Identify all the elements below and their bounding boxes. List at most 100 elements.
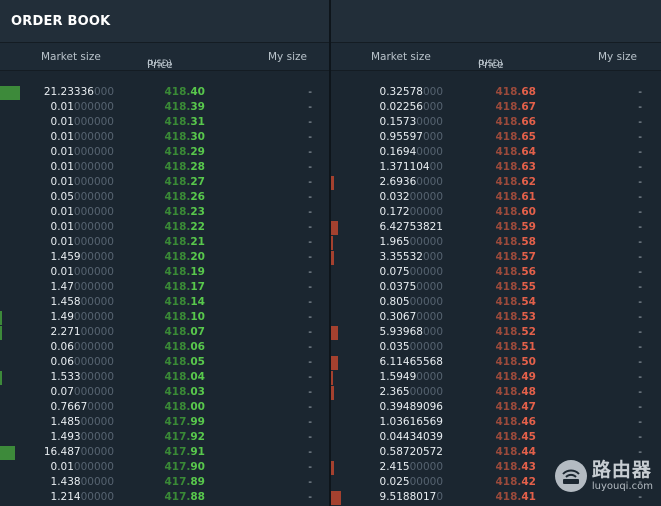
order-row[interactable]: 0.16940000 418.64 - [331,145,661,160]
order-row[interactable]: 0.01000000 418.28 - [0,160,329,175]
order-row[interactable]: 0.03750000 418.55 - [331,280,661,295]
order-row[interactable]: 2.27100000 418.07 - [0,325,329,340]
price-cell[interactable]: 418.22 [164,220,205,235]
order-row[interactable]: 1.03616569 418.46 - [331,415,661,430]
price-cell[interactable]: 418.58 [495,235,536,250]
price-cell[interactable]: 418.19 [164,265,205,280]
price-cell[interactable]: 418.43 [495,460,536,475]
order-row[interactable]: 1.59490000 418.49 - [331,370,661,385]
order-row[interactable]: 9.51880170 418.41 - [331,490,661,505]
order-row[interactable]: 0.06000000 418.05 - [0,355,329,370]
price-cell[interactable]: 418.63 [495,160,536,175]
price-cell[interactable]: 417.90 [164,460,205,475]
price-cell[interactable]: 418.59 [495,220,536,235]
my-size-header[interactable]: My size [598,51,637,63]
order-row[interactable]: 0.01000000 418.23 - [0,205,329,220]
price-cell[interactable]: 418.44 [495,445,536,460]
price-cell[interactable]: 418.62 [495,175,536,190]
order-row[interactable]: 1.48500000 417.99 - [0,415,329,430]
market-size-header[interactable]: Market size [371,51,431,63]
price-cell[interactable]: 418.48 [495,385,536,400]
price-cell[interactable]: 418.57 [495,250,536,265]
order-row[interactable]: 0.07000000 418.03 - [0,385,329,400]
price-cell[interactable]: 418.47 [495,400,536,415]
price-cell[interactable]: 418.06 [164,340,205,355]
order-row[interactable]: 0.07500000 418.56 - [331,265,661,280]
order-row[interactable]: 0.01000000 417.90 - [0,460,329,475]
price-cell[interactable]: 418.30 [164,130,205,145]
price-cell[interactable]: 418.46 [495,415,536,430]
order-row[interactable]: 0.58720572 418.44 - [331,445,661,460]
price-cell[interactable]: 418.40 [164,85,205,100]
price-cell[interactable]: 418.50 [495,355,536,370]
order-row[interactable]: 0.01000000 418.27 - [0,175,329,190]
order-row[interactable]: 3.35532000 418.57 - [331,250,661,265]
order-row[interactable]: 0.04434039 418.45 - [331,430,661,445]
order-row[interactable]: 0.01000000 418.29 - [0,145,329,160]
price-cell[interactable]: 418.10 [164,310,205,325]
price-cell[interactable]: 418.61 [495,190,536,205]
price-cell[interactable]: 417.92 [164,430,205,445]
price-cell[interactable]: 418.68 [495,85,536,100]
price-cell[interactable]: 417.89 [164,475,205,490]
price-cell[interactable]: 418.64 [495,145,536,160]
order-row[interactable]: 0.32578000 418.68 - [331,85,661,100]
order-row[interactable]: 0.01000000 418.30 - [0,130,329,145]
order-row[interactable]: 16.48700000 417.91 - [0,445,329,460]
price-cell[interactable]: 418.17 [164,280,205,295]
price-cell[interactable]: 418.05 [164,355,205,370]
order-row[interactable]: 1.49300000 417.92 - [0,430,329,445]
price-cell[interactable]: 418.26 [164,190,205,205]
order-row[interactable]: 0.01000000 418.19 - [0,265,329,280]
price-cell[interactable]: 418.07 [164,325,205,340]
price-cell[interactable]: 418.31 [164,115,205,130]
order-row[interactable]: 1.45900000 418.20 - [0,250,329,265]
order-row[interactable]: 21.23336000 418.40 - [0,85,329,100]
price-cell[interactable]: 417.88 [164,490,205,505]
price-cell[interactable]: 418.56 [495,265,536,280]
order-row[interactable]: 1.45800000 418.14 - [0,295,329,310]
order-row[interactable]: 0.02256000 418.67 - [331,100,661,115]
price-cell[interactable]: 418.54 [495,295,536,310]
order-row[interactable]: 0.01000000 418.39 - [0,100,329,115]
order-row[interactable]: 5.93968000 418.52 - [331,325,661,340]
my-size-header[interactable]: My size [268,51,307,63]
order-row[interactable]: 1.49000000 418.10 - [0,310,329,325]
order-row[interactable]: 1.37110400 418.63 - [331,160,661,175]
order-row[interactable]: 0.03500000 418.51 - [331,340,661,355]
price-cell[interactable]: 418.66 [495,115,536,130]
market-size-header[interactable]: Market size [41,51,101,63]
order-row[interactable]: 1.96500000 418.58 - [331,235,661,250]
price-cell[interactable]: 418.03 [164,385,205,400]
price-cell[interactable]: 418.53 [495,310,536,325]
price-cell[interactable]: 418.49 [495,370,536,385]
order-row[interactable]: 0.39489096 418.47 - [331,400,661,415]
price-cell[interactable]: 417.99 [164,415,205,430]
order-row[interactable]: 1.43800000 417.89 - [0,475,329,490]
order-row[interactable]: 2.36500000 418.48 - [331,385,661,400]
order-row[interactable]: 0.06000000 418.06 - [0,340,329,355]
price-cell[interactable]: 417.91 [164,445,205,460]
order-row[interactable]: 0.76670000 418.00 - [0,400,329,415]
price-cell[interactable]: 418.45 [495,430,536,445]
price-cell[interactable]: 418.21 [164,235,205,250]
order-row[interactable]: 0.95597000 418.65 - [331,130,661,145]
order-row[interactable]: 1.53300000 418.04 - [0,370,329,385]
order-row[interactable]: 0.03200000 418.61 - [331,190,661,205]
order-row[interactable]: 0.80500000 418.54 - [331,295,661,310]
price-cell[interactable]: 418.41 [495,490,536,505]
price-cell[interactable]: 418.65 [495,130,536,145]
order-row[interactable]: 0.15730000 418.66 - [331,115,661,130]
order-row[interactable]: 0.01000000 418.22 - [0,220,329,235]
order-row[interactable]: 6.11465568 418.50 - [331,355,661,370]
price-cell[interactable]: 418.23 [164,205,205,220]
price-cell[interactable]: 418.29 [164,145,205,160]
order-row[interactable]: 0.30670000 418.53 - [331,310,661,325]
price-cell[interactable]: 418.67 [495,100,536,115]
price-cell[interactable]: 418.52 [495,325,536,340]
price-cell[interactable]: 418.27 [164,175,205,190]
price-cell[interactable]: 418.20 [164,250,205,265]
order-row[interactable]: 6.42753821 418.59 - [331,220,661,235]
price-cell[interactable]: 418.60 [495,205,536,220]
order-row[interactable]: 0.01000000 418.21 - [0,235,329,250]
